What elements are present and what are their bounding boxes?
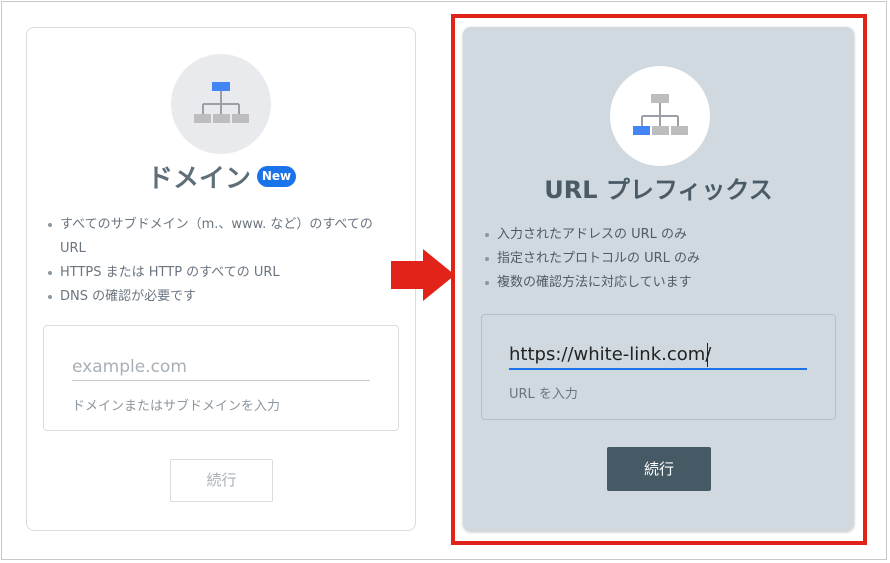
url-input-helper: URL を入力 xyxy=(509,387,578,402)
url-input-underline xyxy=(509,368,807,370)
new-badge: New xyxy=(257,166,296,187)
text-cursor xyxy=(707,343,708,367)
domain-card-title: ドメイン xyxy=(147,164,252,194)
domain-icon-circle xyxy=(171,54,271,154)
url-input[interactable]: https://white-link.com/ xyxy=(509,344,711,365)
list-item: 入力されたアドレスの URL のみ xyxy=(483,223,838,247)
list-item: 複数の確認方法に対応しています xyxy=(483,271,838,295)
url-prefix-feature-list: 入力されたアドレスの URL のみ 指定されたプロトコルの URL のみ 複数の… xyxy=(483,223,838,295)
domain-input-underline xyxy=(72,380,370,381)
url-prefix-sitemap-icon xyxy=(633,94,688,135)
list-item: HTTPS または HTTP のすべての URL xyxy=(46,261,391,285)
list-item: 指定されたプロトコルの URL のみ xyxy=(483,247,838,271)
url-prefix-icon-circle xyxy=(610,66,710,166)
domain-continue-button[interactable]: 続行 xyxy=(170,459,273,502)
domain-sitemap-icon xyxy=(194,82,249,123)
list-item: DNS の確認が必要です xyxy=(46,285,391,309)
list-item: すべてのサブドメイン（m.、www. など）のすべての URL xyxy=(46,213,391,261)
url-input-container xyxy=(481,314,836,420)
domain-input[interactable]: example.com xyxy=(72,357,187,377)
domain-input-helper: ドメインまたはサブドメインを入力 xyxy=(72,399,281,414)
domain-feature-list: すべてのサブドメイン（m.、www. など）のすべての URL HTTPS また… xyxy=(46,213,391,309)
url-prefix-continue-button[interactable]: 続行 xyxy=(607,447,711,491)
url-prefix-card-title: URL プレフィックス xyxy=(544,176,773,204)
domain-input-container xyxy=(43,325,399,431)
